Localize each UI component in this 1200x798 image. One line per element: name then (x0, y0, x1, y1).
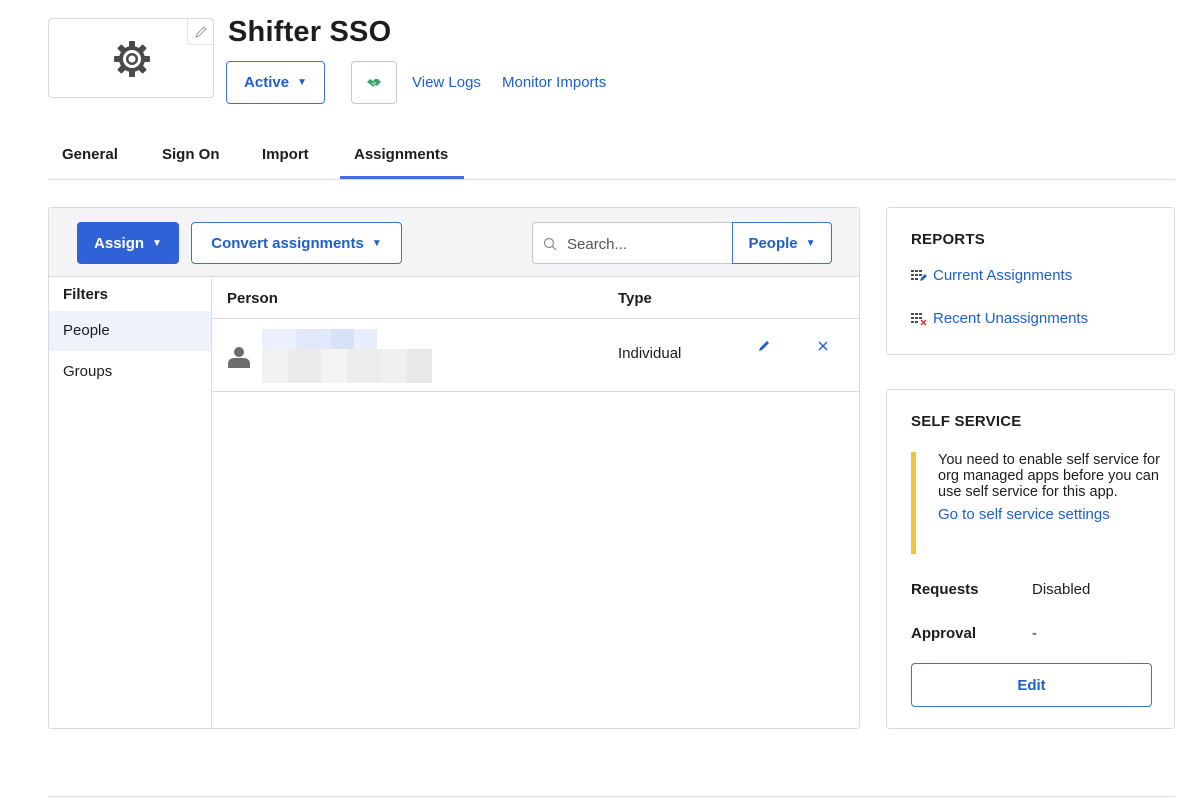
tab-general[interactable]: General (62, 146, 118, 163)
tab-assignments[interactable]: Assignments (354, 146, 448, 163)
assignments-panel: Assign ▼ Convert assignments ▼ People ▼ … (48, 207, 860, 729)
handshake-icon (367, 78, 381, 87)
approval-value: - (1032, 625, 1037, 642)
page-title: Shifter SSO (228, 16, 392, 48)
requests-label: Requests (911, 581, 979, 598)
tab-bar: General Sign On Import Assignments (48, 130, 1175, 180)
close-icon (818, 341, 828, 351)
column-header-type: Type (618, 290, 652, 307)
provisioning-button[interactable] (351, 61, 397, 104)
edit-logo-button[interactable] (187, 19, 213, 45)
reports-panel: REPORTS Current Assignments Recent Unass… (886, 207, 1175, 355)
chevron-down-icon: ▼ (371, 237, 382, 249)
requests-value: Disabled (1032, 581, 1091, 598)
pencil-icon (195, 26, 207, 38)
status-label: Active (244, 74, 290, 91)
assign-button[interactable]: Assign ▼ (77, 222, 179, 264)
assignment-type: Individual (618, 345, 682, 362)
view-logs-link[interactable]: View Logs (412, 74, 481, 91)
chevron-down-icon: ▼ (805, 237, 816, 249)
reports-title: REPORTS (911, 231, 985, 248)
table-row: Individual (212, 319, 859, 392)
assignments-toolbar: Assign ▼ Convert assignments ▼ People ▼ (49, 208, 859, 277)
notice-text: You need to enable self service for org … (938, 452, 1160, 500)
recent-unassignments-link[interactable]: Recent Unassignments (911, 310, 1088, 327)
edit-self-service-button[interactable]: Edit (911, 663, 1152, 707)
approval-label: Approval (911, 625, 977, 642)
current-assignments-label: Current Assignments (933, 267, 1073, 284)
filters-title: Filters (63, 286, 109, 303)
edit-assignment-button[interactable] (757, 339, 771, 358)
search-box (532, 222, 732, 264)
footer-divider (48, 796, 1175, 797)
app-logo (48, 18, 214, 98)
search-scope-label: People (748, 234, 798, 252)
pencil-icon (759, 341, 769, 351)
table-header: Person Type (212, 277, 859, 319)
filter-people[interactable]: People (49, 311, 211, 351)
self-service-panel: SELF SERVICE You need to enable self ser… (886, 389, 1175, 729)
monitor-imports-link[interactable]: Monitor Imports (502, 74, 606, 91)
chevron-down-icon: ▼ (297, 77, 307, 88)
filters-sidebar: Filters People Groups (49, 277, 212, 728)
convert-label: Convert assignments (211, 234, 364, 252)
status-dropdown[interactable]: Active ▼ (226, 61, 325, 104)
self-service-settings-link[interactable]: Go to self service settings (938, 506, 1161, 523)
recent-unassignments-label: Recent Unassignments (933, 310, 1089, 327)
current-assignments-link[interactable]: Current Assignments (911, 267, 1072, 284)
search-icon (543, 237, 557, 251)
redacted-person-email (262, 349, 432, 383)
column-header-person: Person (227, 290, 278, 307)
report-grid-icon (911, 269, 927, 281)
tab-import[interactable]: Import (262, 146, 309, 163)
person-icon (228, 347, 250, 368)
active-tab-indicator (340, 176, 464, 179)
assign-label: Assign (94, 234, 145, 252)
tab-sign-on[interactable]: Sign On (162, 146, 220, 163)
self-service-notice: You need to enable self service for org … (911, 452, 1161, 554)
remove-assignment-button[interactable] (817, 339, 829, 357)
gear-icon (114, 41, 150, 77)
chevron-down-icon: ▼ (152, 237, 162, 249)
filter-groups[interactable]: Groups (49, 352, 211, 392)
convert-assignments-button[interactable]: Convert assignments ▼ (191, 222, 402, 264)
search-scope-dropdown[interactable]: People ▼ (732, 222, 832, 264)
self-service-title: SELF SERVICE (911, 413, 1022, 430)
search-input[interactable] (567, 233, 717, 255)
report-grid-remove-icon (911, 312, 927, 326)
redacted-person-name (262, 329, 377, 349)
